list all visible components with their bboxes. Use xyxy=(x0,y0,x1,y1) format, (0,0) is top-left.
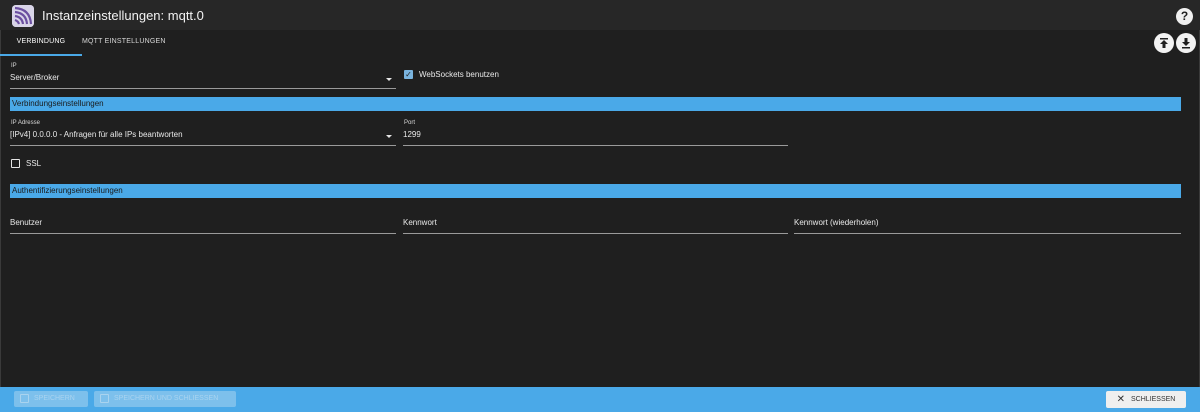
page-title: Instanzeinstellungen: mqtt.0 xyxy=(42,8,204,23)
tab-mqtt-einstellungen[interactable]: MQTT EINSTELLUNGEN xyxy=(82,30,165,56)
port-value: 1299 xyxy=(403,130,421,139)
mqtt-logo-icon xyxy=(12,5,34,27)
password-repeat-field[interactable]: Kennwort (wiederholen) xyxy=(794,216,1181,234)
save-and-close-label: SPEICHERN UND SCHLIESSEN xyxy=(114,395,219,402)
ssl-checkbox[interactable] xyxy=(11,159,20,168)
question-icon[interactable]: ? xyxy=(1176,8,1193,25)
password-repeat-placeholder: Kennwort (wiederholen) xyxy=(794,218,879,227)
server-type-select[interactable]: Server/Broker xyxy=(10,71,396,89)
user-placeholder: Benutzer xyxy=(10,218,43,227)
chevron-down-icon xyxy=(386,78,392,81)
save-button[interactable]: SPEICHERN xyxy=(14,391,88,407)
window-frame xyxy=(0,0,1200,412)
user-field[interactable]: Benutzer xyxy=(10,216,396,234)
password-field[interactable]: Kennwort xyxy=(403,216,788,234)
server-type-value: Server/Broker xyxy=(10,73,60,82)
port-label: Port xyxy=(404,120,416,126)
save-button-label: SPEICHERN xyxy=(34,395,75,402)
close-icon: ✕ xyxy=(1116,394,1126,405)
ssl-label: SSL xyxy=(26,159,42,168)
password-placeholder: Kennwort xyxy=(403,218,437,227)
ip-address-value: [IPv4] 0.0.0.0 - Anfragen für alle IPs b… xyxy=(10,130,183,139)
close-button-label: SCHLIESSEN xyxy=(1131,396,1176,403)
upload-icon[interactable] xyxy=(1154,33,1174,53)
websockets-label: WebSockets benutzen xyxy=(419,70,499,79)
download-icon[interactable] xyxy=(1176,33,1196,53)
close-button[interactable]: ✕ SCHLIESSEN xyxy=(1106,391,1186,408)
footer-bar: SPEICHERN SPEICHERN UND SCHLIESSEN ✕ SCHL… xyxy=(0,387,1200,412)
websockets-checkbox[interactable]: ✓ xyxy=(404,70,413,79)
save-and-close-button[interactable]: SPEICHERN UND SCHLIESSEN xyxy=(94,391,236,407)
chevron-down-icon xyxy=(386,135,392,138)
port-input[interactable]: 1299 xyxy=(403,128,788,146)
section-authentifizierungseinstellungen: Authentifizierungseinstellungen xyxy=(10,184,1181,198)
save-icon xyxy=(20,394,29,403)
title-bar: Instanzeinstellungen: mqtt.0 ? xyxy=(0,0,1200,30)
tab-verbindung[interactable]: VERBINDUNG xyxy=(0,30,82,56)
ip-address-select[interactable]: [IPv4] 0.0.0.0 - Anfragen für alle IPs b… xyxy=(10,128,396,146)
ip-address-label: IP Adresse xyxy=(11,120,40,126)
ip-label: IP xyxy=(11,63,17,69)
save-icon xyxy=(100,394,109,403)
section-verbindungseinstellungen: Verbindungseinstellungen xyxy=(10,97,1181,111)
